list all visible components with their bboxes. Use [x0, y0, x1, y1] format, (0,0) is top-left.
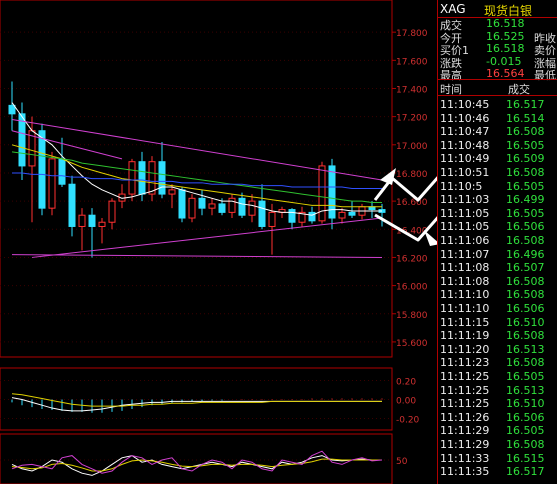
candle-body — [88, 214, 96, 227]
candle-body — [38, 130, 46, 209]
macd-pane: 0.20 0.00 -0.20 — [0, 367, 420, 431]
candle-body — [338, 211, 346, 219]
y-tick-label: 17.400 — [396, 85, 428, 95]
candle-body — [198, 197, 206, 209]
quote-value: 16.518 — [486, 42, 525, 55]
y-tick-label: 0.00 — [396, 397, 416, 407]
quote-value: 16.518 — [486, 17, 525, 30]
kdj-line — [11, 450, 383, 474]
candle-body — [228, 197, 236, 213]
price-pane: 17.800 17.600 17.400 17.200 17.000 16.800 16.6… — [0, 0, 428, 358]
y-tick-label: 16.800 — [396, 170, 428, 180]
candle-body — [268, 211, 276, 227]
kdj-pane: 50 — [0, 433, 408, 484]
y-tick-label: 17.000 — [396, 142, 428, 152]
quote-extra-label: 最低 — [534, 69, 556, 82]
candle-body — [138, 161, 146, 195]
candle-body — [218, 203, 226, 213]
y-tick-label: 15.800 — [396, 311, 428, 321]
y-tick-label: 16.600 — [396, 198, 428, 208]
tick-price: 16.517 — [506, 465, 545, 479]
candle-body — [188, 197, 196, 219]
kline-chart: 17.800 17.600 17.400 17.200 17.000 16.800 16.6… — [0, 0, 437, 484]
y-tick-label: -0.20 — [396, 416, 420, 426]
moving-average-line — [11, 151, 382, 204]
candle-body — [8, 104, 16, 115]
y-tick-label: 16.000 — [396, 283, 428, 293]
arrow-head — [424, 230, 437, 246]
quote-value: -0.015 — [486, 54, 522, 68]
moving-average-line — [11, 102, 382, 216]
candle-body — [208, 203, 216, 209]
kdj-line — [11, 455, 382, 476]
candle-body — [288, 209, 296, 223]
candle-body — [258, 200, 266, 227]
candle-body — [98, 221, 106, 227]
candle-body — [108, 200, 116, 223]
candle-body — [68, 183, 76, 227]
y-tick-label: 17.200 — [396, 114, 428, 124]
candle-body — [308, 211, 316, 222]
trend-line — [11, 118, 383, 181]
quote-value: 16.525 — [486, 29, 525, 43]
candle-body — [248, 200, 256, 216]
y-tick-label: 16.200 — [396, 254, 428, 264]
tick-time: 11:11:35 — [440, 465, 490, 479]
quote-panel: XAG 现货白银 成交 16.518 今开 16.525 昨收 买价1 16.518 卖价 涨跌… — [437, 0, 557, 484]
candle-body — [178, 189, 186, 219]
candle-body — [158, 161, 166, 195]
quote-code: XAG — [440, 2, 466, 16]
candle-body — [318, 165, 326, 222]
y-tick-label: 17.800 — [396, 29, 428, 39]
candle-body — [348, 211, 356, 216]
moving-average-line — [12, 172, 382, 189]
candle-body — [78, 214, 86, 227]
y-tick-label: 0.20 — [396, 378, 416, 388]
y-tick-label: 50 — [396, 457, 408, 467]
y-tick-label: 15.600 — [396, 339, 428, 349]
arrow-head — [380, 168, 396, 185]
tick-row: 11:11:35 16.517 — [440, 463, 557, 480]
candle-body — [148, 161, 156, 195]
candle-body — [238, 197, 246, 216]
candle-body — [128, 161, 136, 195]
y-tick-label: 17.600 — [396, 57, 428, 67]
candle-body — [48, 158, 56, 209]
candle-body — [168, 189, 176, 195]
candle-body — [58, 158, 66, 185]
